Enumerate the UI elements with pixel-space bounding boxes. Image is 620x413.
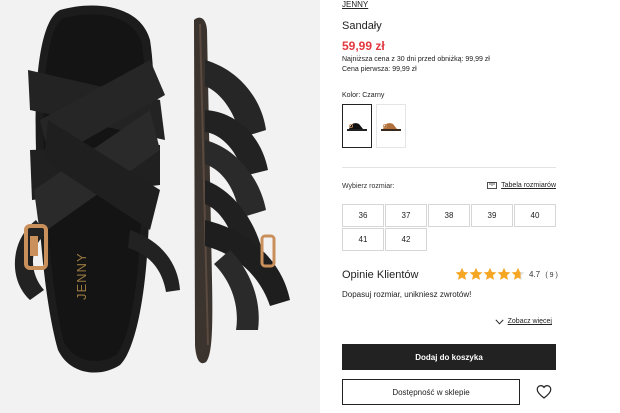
product-image[interactable]: JENNY bbox=[0, 0, 320, 413]
rating-value: 4.7 bbox=[529, 270, 541, 279]
product-price: 59,99 zł bbox=[342, 39, 385, 53]
size-option[interactable]: 36 bbox=[342, 204, 384, 227]
color-swatch-black[interactable] bbox=[342, 104, 372, 148]
chevron-down-icon bbox=[495, 318, 504, 325]
reviews-title: Opinie Klientów bbox=[342, 269, 419, 281]
size-table-label: Tabela rozmiarów bbox=[501, 182, 556, 189]
sandal-side-view bbox=[194, 17, 290, 364]
first-price-note: Cena pierwsza: 99,99 zł bbox=[342, 66, 417, 73]
size-option[interactable]: 37 bbox=[385, 204, 427, 227]
store-availability-button[interactable]: Dostępność w sklepie bbox=[342, 379, 520, 405]
brown-sandal-thumbnail bbox=[381, 123, 401, 131]
color-label: Kolor: Czarny bbox=[342, 92, 385, 99]
size-option[interactable]: 39 bbox=[471, 204, 513, 227]
ruler-icon bbox=[487, 182, 498, 189]
see-more-label: Zobacz więcej bbox=[507, 318, 552, 325]
star-rating[interactable] bbox=[455, 266, 527, 281]
rating-summary: 4.7 ( 9 ) bbox=[529, 270, 558, 279]
size-option[interactable]: 40 bbox=[514, 204, 556, 227]
size-option[interactable]: 41 bbox=[342, 228, 384, 251]
brand-link[interactable]: JENNY bbox=[342, 0, 368, 9]
sandal-illustration: JENNY bbox=[14, 5, 290, 373]
fit-hint: Dopasuj rozmiar, unikniesz zwrotów! bbox=[342, 290, 472, 299]
divider bbox=[342, 167, 556, 168]
heart-icon[interactable] bbox=[536, 384, 552, 400]
product-info-panel: JENNY Sandały 59,99 zł Najniższa cena z … bbox=[342, 0, 558, 413]
size-table-link[interactable]: Tabela rozmiarów bbox=[487, 182, 556, 189]
see-more-link[interactable]: Zobacz więcej bbox=[495, 318, 552, 325]
sandal-top-view: JENNY bbox=[14, 5, 180, 373]
size-label: Wybierz rozmiar: bbox=[342, 183, 395, 190]
star-icons bbox=[455, 267, 525, 280]
review-count: ( 9 ) bbox=[545, 272, 558, 279]
size-option[interactable]: 42 bbox=[385, 228, 427, 251]
size-option[interactable]: 38 bbox=[428, 204, 470, 227]
product-title: Sandały bbox=[342, 20, 382, 32]
insole-logo: JENNY bbox=[74, 252, 89, 300]
color-swatch-brown[interactable] bbox=[376, 104, 406, 148]
add-to-cart-button[interactable]: Dodaj do koszyka bbox=[342, 344, 556, 370]
black-sandal-thumbnail bbox=[347, 123, 367, 131]
lowest-price-note: Najniższa cena z 30 dni przed obniżką: 9… bbox=[342, 56, 490, 63]
